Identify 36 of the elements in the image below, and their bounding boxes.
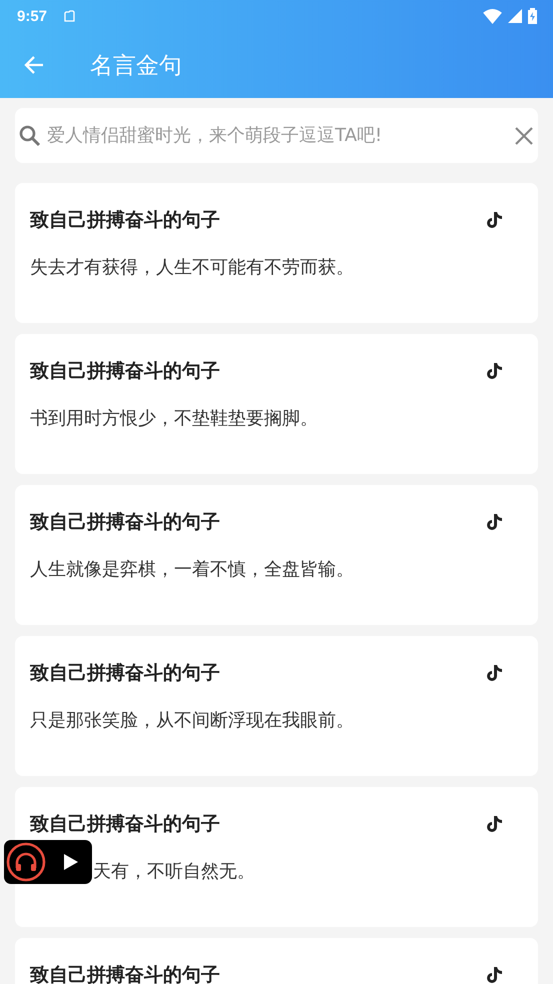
quote-card[interactable]: 致自己拼搏奋斗的句子 天有，不听自然无。 xyxy=(15,787,538,927)
music-note-icon[interactable] xyxy=(486,664,502,682)
search-icon xyxy=(19,124,41,146)
search-input[interactable]: 爱人情侣甜蜜时光，来个萌段子逗逗TA吧! xyxy=(45,124,511,147)
quote-card[interactable]: 致自己拼搏奋斗的句子 xyxy=(15,938,538,984)
search-field[interactable]: 爱人情侣甜蜜时光，来个萌段子逗逗TA吧! xyxy=(15,108,538,163)
quote-category: 致自己拼搏奋斗的句子 xyxy=(30,510,220,535)
quote-card[interactable]: 致自己拼搏奋斗的句子 只是那张笑脸，从不间断浮现在我眼前。 xyxy=(15,636,538,776)
clear-icon[interactable] xyxy=(515,126,533,144)
headphones-icon[interactable] xyxy=(6,842,46,882)
quote-text: 天有，不听自然无。 xyxy=(93,860,256,883)
music-note-icon[interactable] xyxy=(486,211,502,229)
quote-category: 致自己拼搏奋斗的句子 xyxy=(30,963,220,984)
quote-category: 致自己拼搏奋斗的句子 xyxy=(30,661,220,686)
quote-text: 失去才有获得，人生不可能有不劳而获。 xyxy=(30,256,355,279)
quote-text: 人生就像是弈棋，一着不慎，全盘皆输。 xyxy=(30,558,355,581)
quote-category: 致自己拼搏奋斗的句子 xyxy=(30,208,220,233)
signal-icon xyxy=(508,9,522,23)
status-time: 9:57 xyxy=(17,8,48,24)
audio-player-widget[interactable] xyxy=(4,840,92,884)
quote-card[interactable]: 致自己拼搏奋斗的句子 书到用时方恨少，不垫鞋垫要搁脚。 xyxy=(15,334,538,474)
quote-category: 致自己拼搏奋斗的句子 xyxy=(30,812,220,837)
wifi-icon xyxy=(483,8,502,24)
quote-category: 致自己拼搏奋斗的句子 xyxy=(30,359,220,384)
battery-icon xyxy=(528,8,537,24)
quote-text: 书到用时方恨少，不垫鞋垫要搁脚。 xyxy=(30,407,319,430)
music-note-icon[interactable] xyxy=(486,966,502,984)
play-icon[interactable] xyxy=(63,853,79,871)
music-note-icon[interactable] xyxy=(486,815,502,833)
music-note-icon[interactable] xyxy=(486,513,502,531)
quote-text: 只是那张笑脸，从不间断浮现在我眼前。 xyxy=(30,709,355,732)
music-note-icon[interactable] xyxy=(486,362,502,380)
clipboard-icon xyxy=(63,10,78,22)
quote-card[interactable]: 致自己拼搏奋斗的句子 失去才有获得，人生不可能有不劳而获。 xyxy=(15,183,538,323)
page-title: 名言金句 xyxy=(90,52,182,80)
quote-card[interactable]: 致自己拼搏奋斗的句子 人生就像是弈棋，一着不慎，全盘皆输。 xyxy=(15,485,538,625)
